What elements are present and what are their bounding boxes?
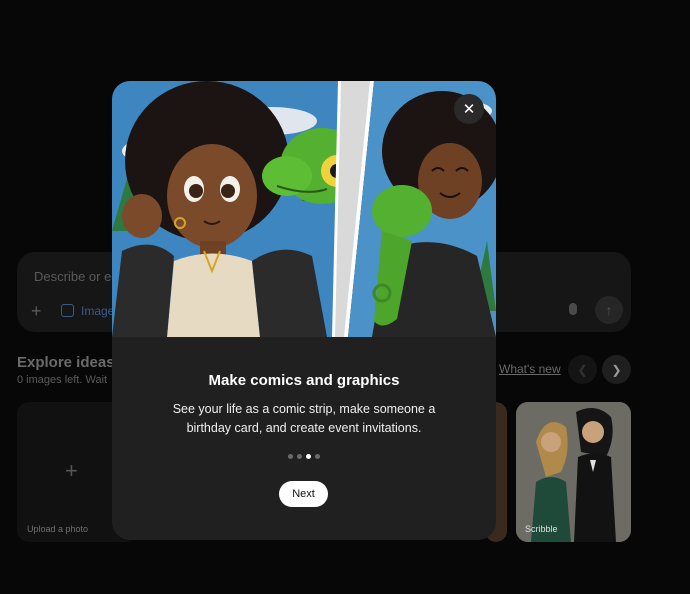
scribble-card[interactable]: Scribble <box>516 402 631 542</box>
comic-illustration <box>112 81 496 337</box>
next-button[interactable]: Next <box>279 481 328 507</box>
close-icon[interactable]: ✕ <box>454 94 484 124</box>
explore-title: Explore ideas <box>17 354 115 371</box>
send-arrow-icon[interactable]: ↑ <box>595 296 623 324</box>
chevron-left-icon[interactable]: ❮ <box>568 355 597 384</box>
onboarding-modal: ✕ Make comics and graphics See your life… <box>112 81 496 540</box>
whats-new-link[interactable]: What's new <box>499 362 561 376</box>
image-button-label[interactable]: Image <box>81 304 114 318</box>
plus-icon[interactable]: + <box>31 302 42 320</box>
step-dot[interactable] <box>288 454 293 459</box>
step-indicator <box>112 454 496 459</box>
scribble-label: Scribble <box>525 524 558 534</box>
chevron-right-icon[interactable]: ❯ <box>602 355 631 384</box>
app-page: Describe or ed + Image ↑ Explore ideas 0… <box>0 0 690 594</box>
modal-title: Make comics and graphics <box>208 372 400 389</box>
upload-photo-label: Upload a photo <box>27 524 89 534</box>
step-dot[interactable] <box>315 454 320 459</box>
prompt-input[interactable]: Describe or ed <box>34 269 119 284</box>
mic-icon[interactable] <box>569 303 577 315</box>
scribble-illustration <box>516 402 631 542</box>
step-dot[interactable] <box>297 454 302 459</box>
hero-image: ✕ <box>112 81 496 337</box>
image-icon[interactable] <box>61 304 74 317</box>
step-dot[interactable] <box>306 454 311 459</box>
plus-icon: + <box>65 458 78 483</box>
explore-subtitle: 0 images left. Wait <box>17 374 108 386</box>
modal-description: See your life as a comic strip, make som… <box>172 402 436 435</box>
